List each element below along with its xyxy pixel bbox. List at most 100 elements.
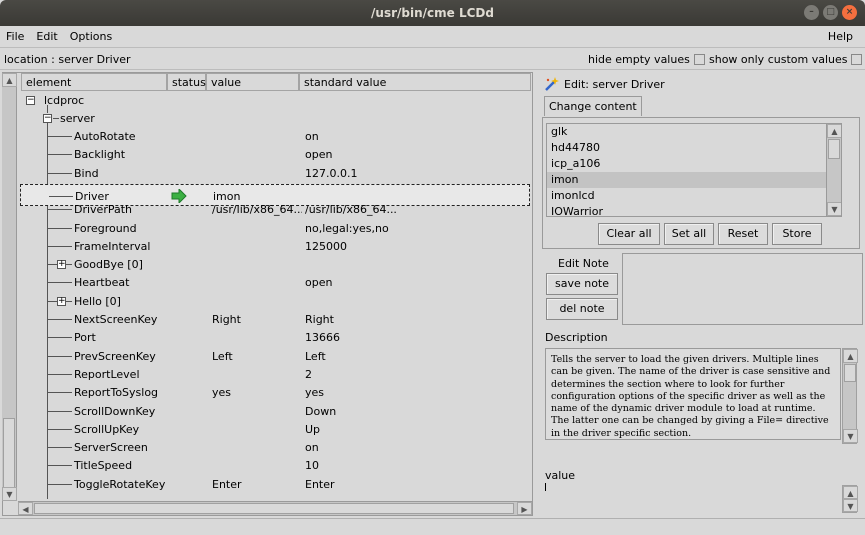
scroll-down-icon[interactable]: ▼ bbox=[827, 202, 841, 216]
standard-value-cell: Down bbox=[305, 404, 337, 418]
table-row[interactable]: ScrollUpKey Up bbox=[20, 420, 530, 438]
element-name: Backlight bbox=[74, 148, 126, 162]
table-row[interactable]: ReportToSyslog yes yes bbox=[20, 383, 530, 401]
minimize-icon[interactable]: – bbox=[804, 5, 819, 20]
table-row[interactable]: NextScreenKey Right Right bbox=[20, 310, 530, 328]
set-all-button[interactable]: Set all bbox=[664, 223, 714, 245]
tree-line bbox=[48, 355, 72, 357]
tree-line bbox=[48, 337, 72, 339]
menu-options[interactable]: Options bbox=[64, 30, 118, 43]
header-value[interactable]: value bbox=[206, 73, 299, 91]
tree-row-root[interactable]: − lcdproc bbox=[20, 91, 530, 109]
scroll-down-icon[interactable]: ▼ bbox=[843, 499, 858, 512]
scroll-thumb[interactable] bbox=[3, 418, 15, 488]
table-row[interactable]: Heartbeat open bbox=[20, 273, 530, 291]
tree-vertical-scrollbar[interactable]: ▲ ▼ bbox=[2, 73, 17, 501]
location-label: location : server Driver bbox=[4, 53, 131, 66]
scroll-up-icon[interactable]: ▲ bbox=[843, 486, 858, 499]
table-row[interactable]: DriverPath/usr/lib/x86_64.../usr/lib/x86… bbox=[20, 200, 530, 218]
reset-button[interactable]: Reset bbox=[718, 223, 768, 245]
note-textarea[interactable] bbox=[622, 253, 863, 325]
show-custom-group[interactable]: show only custom values bbox=[709, 53, 863, 66]
table-row[interactable]: ServerScreen on bbox=[20, 438, 530, 456]
description-scrollbar[interactable]: ▲ ▼ bbox=[842, 348, 858, 444]
standard-value-cell: on bbox=[305, 441, 319, 455]
choice-item[interactable]: icp_a106 bbox=[547, 156, 841, 172]
expand-icon[interactable]: + bbox=[57, 296, 66, 306]
scroll-up-icon[interactable]: ▲ bbox=[2, 73, 17, 87]
standard-value-cell: 127.0.0.1 bbox=[305, 166, 358, 180]
tree-row-server[interactable]: − server bbox=[20, 105, 530, 127]
choice-item[interactable]: imonlcd bbox=[547, 188, 841, 204]
table-row[interactable]: + Hello [0] bbox=[20, 292, 530, 310]
scroll-up-icon[interactable]: ▲ bbox=[827, 124, 841, 138]
choice-item[interactable]: imon bbox=[547, 172, 841, 188]
tree-horizontal-scrollbar[interactable]: ◀ ▶ bbox=[18, 501, 532, 515]
maximize-icon[interactable]: □ bbox=[823, 5, 838, 20]
tree-line bbox=[48, 410, 72, 412]
table-row[interactable]: Backlight open bbox=[20, 145, 530, 163]
scroll-left-icon[interactable]: ◀ bbox=[18, 502, 33, 515]
hide-empty-label: hide empty values bbox=[588, 53, 690, 66]
table-row[interactable]: ReportLevel 2 bbox=[20, 365, 530, 383]
table-row[interactable]: AutoRotate on bbox=[20, 127, 530, 145]
location-bar: location : server Driver hide empty valu… bbox=[0, 50, 865, 70]
tree-line bbox=[48, 154, 72, 156]
scroll-down-icon[interactable]: ▼ bbox=[843, 429, 858, 443]
table-row[interactable]: Port 13666 bbox=[20, 328, 530, 346]
table-row[interactable]: PrevScreenKey Left Left bbox=[20, 347, 530, 365]
tree-line bbox=[48, 136, 72, 137]
scroll-thumb[interactable] bbox=[34, 503, 514, 514]
header-element[interactable]: element bbox=[21, 73, 167, 91]
element-name: ReportToSyslog bbox=[74, 386, 159, 400]
del-note-button[interactable]: del note bbox=[546, 298, 618, 320]
table-row[interactable]: Bind 127.0.0.1 bbox=[20, 164, 530, 182]
standard-value-cell: open bbox=[305, 148, 333, 162]
standard-value-cell: on bbox=[305, 130, 319, 143]
table-row[interactable]: FrameInterval 125000 bbox=[20, 237, 530, 255]
standard-value-cell: 125000 bbox=[305, 239, 347, 253]
show-custom-label: show only custom values bbox=[709, 53, 848, 66]
header-status[interactable]: status bbox=[167, 73, 206, 91]
table-row[interactable]: + GoodBye [0] bbox=[20, 255, 530, 273]
expand-icon[interactable]: + bbox=[57, 260, 66, 270]
choice-item[interactable]: IOWarrior bbox=[547, 204, 841, 216]
scroll-thumb[interactable] bbox=[828, 139, 840, 159]
element-name: ServerScreen bbox=[74, 441, 148, 455]
value-cell: yes bbox=[212, 386, 232, 400]
save-note-button[interactable]: save note bbox=[546, 273, 618, 295]
table-row[interactable]: ScrollDownKey Down bbox=[20, 402, 530, 420]
scroll-right-icon[interactable]: ▶ bbox=[517, 502, 532, 515]
close-icon[interactable]: × bbox=[842, 5, 857, 20]
table-row[interactable]: ToggleRotateKey Enter Enter bbox=[20, 475, 530, 493]
tab-change-content[interactable]: Change content bbox=[544, 96, 642, 116]
show-custom-checkbox[interactable] bbox=[851, 54, 863, 65]
element-name: Port bbox=[74, 331, 96, 345]
scroll-down-icon[interactable]: ▼ bbox=[2, 487, 17, 501]
menubar: File Edit Options Help bbox=[0, 26, 865, 48]
choice-item[interactable]: hd44780 bbox=[547, 140, 841, 156]
collapse-icon[interactable]: − bbox=[26, 96, 35, 105]
menu-file[interactable]: File bbox=[0, 30, 30, 43]
store-button[interactable]: Store bbox=[772, 223, 822, 245]
table-row[interactable]: Foreground no,legal:yes,no bbox=[20, 219, 530, 237]
clear-all-button[interactable]: Clear all bbox=[598, 223, 660, 245]
scroll-thumb[interactable] bbox=[844, 364, 856, 382]
standard-value-cell: yes bbox=[305, 386, 325, 400]
value-cursor bbox=[545, 483, 546, 491]
value-cell: Left bbox=[212, 349, 233, 363]
menu-edit[interactable]: Edit bbox=[30, 30, 63, 43]
hide-empty-checkbox[interactable] bbox=[693, 54, 705, 65]
header-standard-value[interactable]: standard value bbox=[299, 73, 531, 91]
choice-item[interactable]: glk bbox=[547, 124, 841, 140]
scroll-up-icon[interactable]: ▲ bbox=[843, 349, 858, 363]
value-scrollbar[interactable]: ▲ ▼ bbox=[842, 485, 858, 513]
element-name: Hello [0] bbox=[74, 294, 121, 308]
hide-empty-group[interactable]: hide empty values bbox=[588, 53, 705, 66]
menu-help[interactable]: Help bbox=[822, 30, 859, 43]
collapse-icon[interactable]: − bbox=[43, 114, 52, 123]
choice-scrollbar[interactable]: ▲ ▼ bbox=[826, 124, 841, 216]
element-name: ReportLevel bbox=[74, 367, 140, 381]
choice-list[interactable]: glk hd44780 icp_a106 imon imonlcd IOWarrior ▲… bbox=[546, 123, 842, 217]
table-row[interactable]: TitleSpeed 10 bbox=[20, 456, 530, 474]
